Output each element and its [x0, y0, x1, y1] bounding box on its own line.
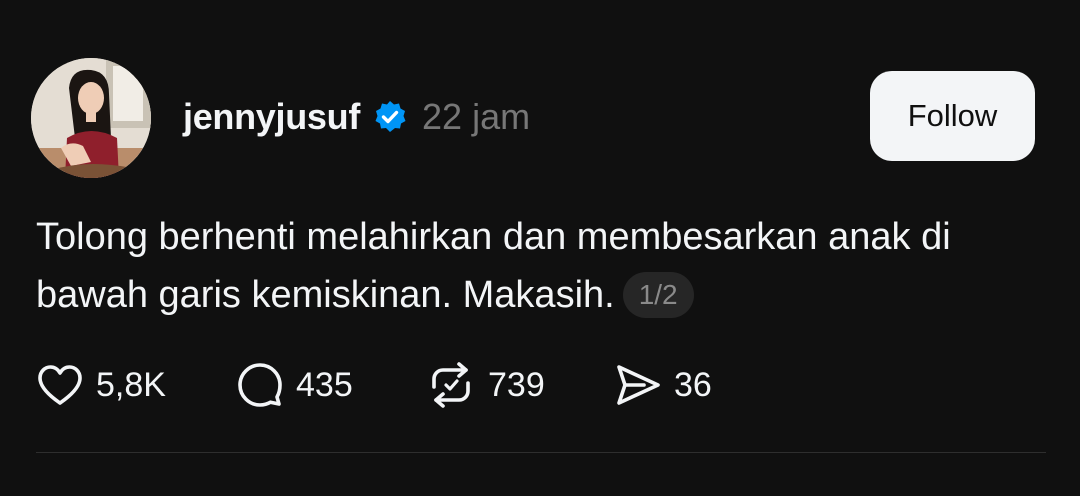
share-count: 36: [674, 365, 712, 404]
post-body: Tolong berhenti melahirkan dan membesark…: [36, 208, 1046, 324]
avatar[interactable]: [31, 58, 151, 178]
post-header: jennyjusuf 22 jam: [183, 92, 530, 142]
thread-post: jennyjusuf 22 jam Follow Tolong berhenti…: [0, 0, 1080, 496]
repost-icon: [426, 361, 476, 409]
page-indicator-badge[interactable]: 1/2: [622, 272, 694, 318]
like-count: 5,8K: [96, 365, 166, 404]
comment-button[interactable]: 435: [236, 361, 426, 409]
comment-icon: [236, 361, 284, 409]
avatar-image: [31, 58, 151, 178]
heart-icon: [36, 363, 84, 407]
verified-badge-icon: [372, 99, 408, 135]
repost-button[interactable]: 739: [426, 361, 614, 409]
like-button[interactable]: 5,8K: [36, 363, 236, 407]
post-text: Tolong berhenti melahirkan dan membesark…: [36, 216, 951, 316]
divider: [36, 452, 1046, 453]
share-button[interactable]: 36: [614, 362, 754, 408]
send-icon: [614, 362, 662, 408]
comment-count: 435: [296, 365, 353, 404]
repost-count: 739: [488, 365, 545, 404]
timestamp: 22 jam: [422, 96, 531, 137]
action-bar: 5,8K 435 739 36: [36, 360, 754, 410]
follow-button[interactable]: Follow: [870, 71, 1035, 161]
username[interactable]: jennyjusuf: [183, 96, 360, 138]
